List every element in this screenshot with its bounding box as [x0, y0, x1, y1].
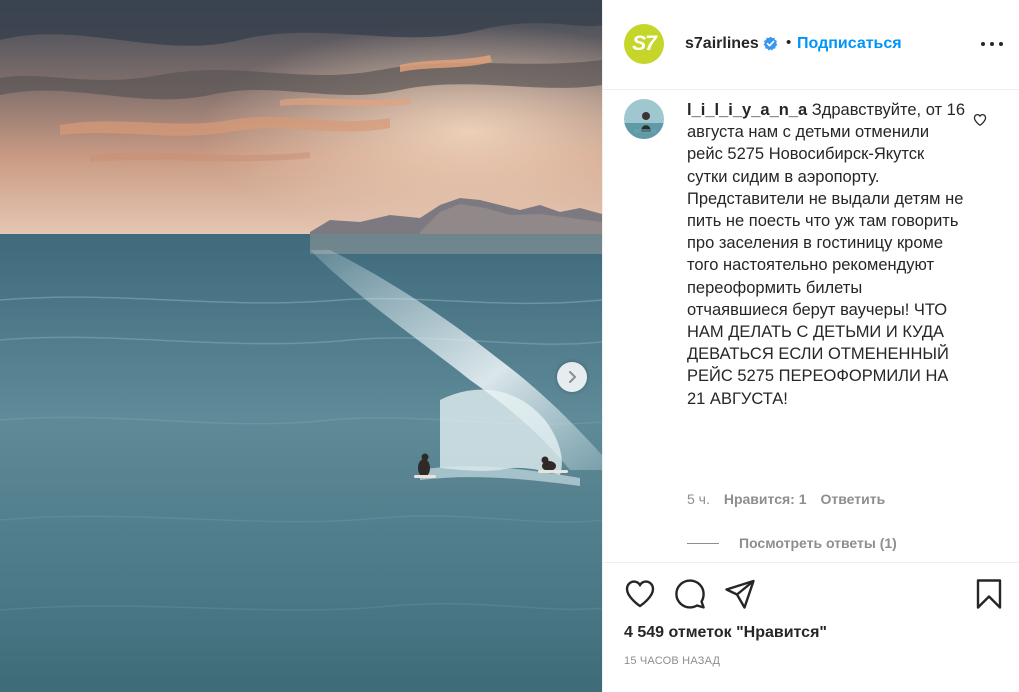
commenter-avatar-image: [624, 99, 664, 139]
comment-likes[interactable]: Нравится: 1: [724, 491, 807, 507]
verified-badge-icon: [763, 36, 778, 51]
share-button[interactable]: [724, 578, 756, 610]
comment-button[interactable]: [674, 578, 706, 610]
comment-icon: [675, 579, 705, 609]
heart-icon: [625, 580, 655, 608]
post-header: S7 s7airlines • Подписаться: [603, 0, 1019, 90]
account-username[interactable]: s7airlines: [685, 35, 759, 53]
follow-button[interactable]: Подписаться: [797, 35, 902, 53]
bookmark-icon: [976, 579, 1002, 609]
post-photo[interactable]: [0, 0, 602, 692]
comment-age[interactable]: 5 ч.: [687, 491, 710, 507]
commenter-avatar[interactable]: [624, 99, 664, 139]
post-timestamp[interactable]: 15 часов назад: [624, 655, 720, 667]
chevron-right-icon: [569, 371, 576, 383]
s7-logo: S7: [632, 32, 657, 55]
view-replies-label: Посмотреть ответы (1): [739, 535, 897, 551]
ocean-sunset-image: [0, 0, 602, 692]
replies-divider: [687, 542, 719, 544]
comment-meta: 5 ч. Нравится: 1 Ответить: [687, 491, 885, 507]
like-button[interactable]: [624, 578, 656, 610]
more-horizontal-icon: [981, 42, 985, 46]
account-avatar[interactable]: S7: [624, 24, 664, 64]
header-separator: •: [786, 34, 792, 51]
comment-like-button[interactable]: [973, 113, 987, 127]
comment-text: Здравствуйте, от 16 августа нам с детьми…: [687, 101, 966, 408]
instagram-post: S7 s7airlines • Подписаться l_i_l_i_y_a_…: [0, 0, 1019, 692]
post-likes-count[interactable]: 4 549 отметок "Нравится": [624, 624, 827, 642]
actions-divider: [603, 562, 1019, 563]
view-replies-button[interactable]: Посмотреть ответы (1): [687, 535, 897, 551]
post-side-panel: S7 s7airlines • Подписаться l_i_l_i_y_a_…: [602, 0, 1019, 692]
save-button[interactable]: [973, 578, 1005, 610]
more-options-button[interactable]: [981, 36, 1003, 52]
commenter-username[interactable]: l_i_l_i_y_a_n_a: [687, 101, 807, 119]
comment-body: l_i_l_i_y_a_n_a Здравствуйте, от 16 авгу…: [687, 99, 967, 410]
next-photo-button[interactable]: [557, 362, 587, 392]
reply-button[interactable]: Ответить: [821, 491, 886, 507]
share-icon: [725, 579, 755, 609]
